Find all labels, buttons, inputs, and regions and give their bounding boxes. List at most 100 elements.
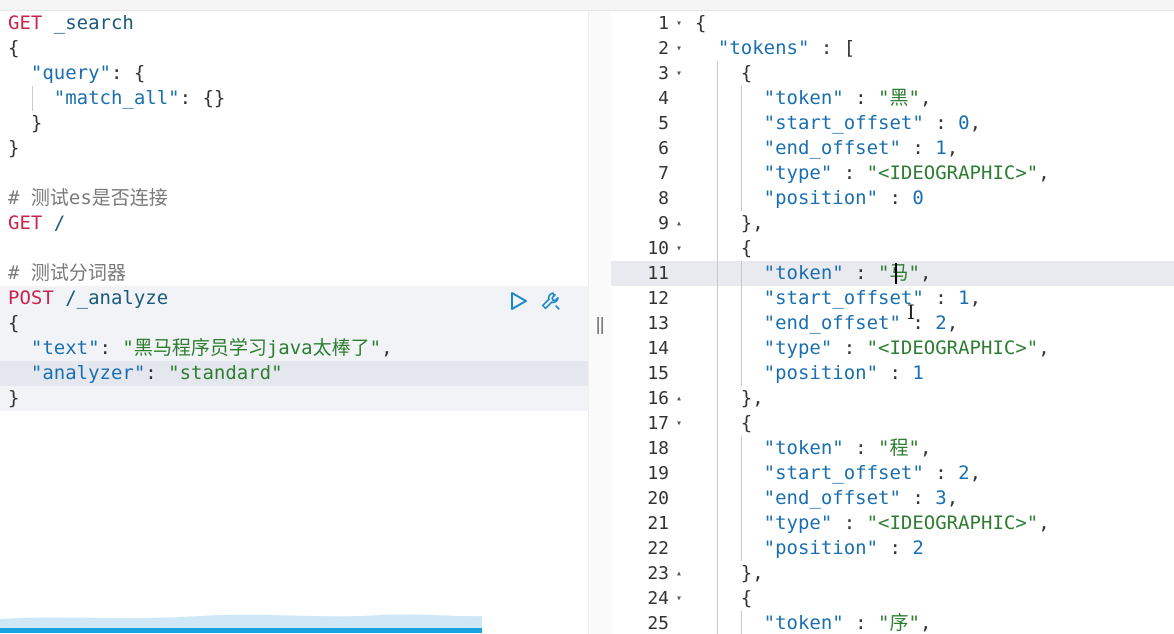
request-line[interactable]: { [8,36,19,61]
token-punc: , [381,337,393,359]
token-key: "match_all" [53,87,180,109]
line-number: 14 [647,338,669,359]
token-punc: : [843,437,879,459]
fold-collapse-icon[interactable]: ▾ [673,11,685,36]
request-line[interactable]: # 测试es是否连接 [8,186,168,211]
token-punc: { [695,412,753,434]
token-punc [8,362,31,384]
play-icon [511,292,527,310]
request-line[interactable]: GET / [8,211,65,236]
token-punc [695,137,764,159]
token-key: "query" [30,62,111,84]
line-number: 22 [647,538,669,559]
line-number: 25 [647,613,669,634]
token-punc: { [8,312,20,334]
request-line[interactable]: "analyzer": "standard" [8,361,283,386]
token-punc: : [900,137,936,159]
response-line: 13 "end_offset" : 2, [611,311,1174,336]
token-punc: : [832,162,867,184]
token-punc: : [878,537,913,559]
fold-expand-icon[interactable]: ▴ [673,561,685,586]
token-num: 2 [958,462,970,484]
line-number: 11 [647,263,669,284]
token-key: "tokens" [717,37,810,59]
line-number: 24 [647,588,669,609]
token-punc [695,437,764,459]
request-line[interactable]: # 测试分词器 [8,261,126,286]
token-punc: : [923,462,959,484]
token-punc: , [1038,162,1050,184]
run-request-button[interactable] [508,290,530,312]
fold-collapse-icon[interactable]: ▾ [673,61,685,86]
token-key: "type" [763,512,833,534]
token-str: "程" [878,437,920,459]
top-toolbar-edge [0,0,1174,11]
request-line[interactable]: } [8,111,42,136]
token-key: "token" [763,87,844,109]
fold-collapse-icon[interactable]: ▾ [673,236,685,261]
token-num: 0 [912,187,924,209]
token-punc [8,337,31,359]
token-punc [695,312,764,334]
token-punc: }, [695,562,764,584]
request-settings-button[interactable] [540,290,562,312]
fold-collapse-icon[interactable]: ▾ [673,411,685,436]
code-text: "end_offset" : 2, [695,311,959,336]
token-punc [695,112,764,134]
token-key: "start_offset" [763,112,924,134]
code-text: "type" : "<IDEOGRAPHIC>", [695,511,1050,536]
response-line: 10 ▾ { [611,236,1174,261]
request-line[interactable]: POST /_analyze [8,286,168,311]
fold-collapse-icon[interactable]: ▾ [673,36,685,61]
token-punc: }, [695,212,764,234]
token-punc: : [832,337,867,359]
token-num: 2 [912,537,924,559]
line-number: 3 [658,63,669,84]
request-line[interactable]: "text": "黑马程序员学习java太棒了", [8,336,393,361]
token-punc: , [969,287,982,309]
fold-expand-icon[interactable]: ▴ [673,211,685,236]
code-text: "token" : "序", [695,611,932,634]
fold-collapse-icon[interactable]: ▾ [673,586,685,611]
token-str: "<IDEOGRAPHIC>" [866,337,1039,359]
token-punc: : {} [179,87,226,109]
token-num: 1 [958,287,970,309]
line-number: 16 [647,388,669,409]
code-text: }, [695,211,764,236]
grip-icon[interactable]: ‖ [595,317,605,334]
token-str: "<IDEOGRAPHIC>" [866,512,1039,534]
request-actions [508,290,562,312]
code-text: "type" : "<IDEOGRAPHIC>", [695,336,1050,361]
request-editor[interactable]: GET _search{ "query": { "match_all": {} … [0,11,588,634]
code-text: "token" : "黑", [695,86,932,111]
ibeam-cursor-icon: I [907,300,915,324]
token-punc: : [843,612,879,634]
code-text: { [695,61,752,86]
token-method: GET [8,12,43,34]
token-key: "position" [763,187,879,209]
token-num: 2 [935,312,947,334]
token-key: "type" [763,337,833,359]
request-line[interactable]: } [8,136,19,161]
pane-resize-handle[interactable]: ‖ [588,11,612,634]
token-key: "text" [30,337,100,359]
token-punc: , [946,487,959,509]
fold-expand-icon[interactable]: ▴ [673,386,685,411]
code-text: "type" : "<IDEOGRAPHIC>", [695,161,1050,186]
code-text: "end_offset" : 1, [695,136,959,161]
request-line[interactable]: "match_all": {} [8,86,226,111]
token-str: "马" [878,262,920,284]
line-number: 5 [658,113,669,134]
response-viewer[interactable]: 1 ▾{2 ▾ "tokens" : [3 ▾ {4 "token" : "黑", 5 … [611,11,1174,634]
request-line[interactable]: "query": { [8,61,145,86]
request-line[interactable]: { [8,311,19,336]
token-punc: , [969,462,982,484]
code-text: "start_offset" : 0, [695,111,981,136]
code-text: "token" : "程", [695,436,932,461]
line-number: 10 [647,238,669,259]
request-line[interactable]: } [8,386,19,411]
request-line[interactable]: GET _search [8,11,134,36]
token-num: 1 [935,137,947,159]
token-punc: } [8,112,43,134]
token-punc: , [946,312,959,334]
